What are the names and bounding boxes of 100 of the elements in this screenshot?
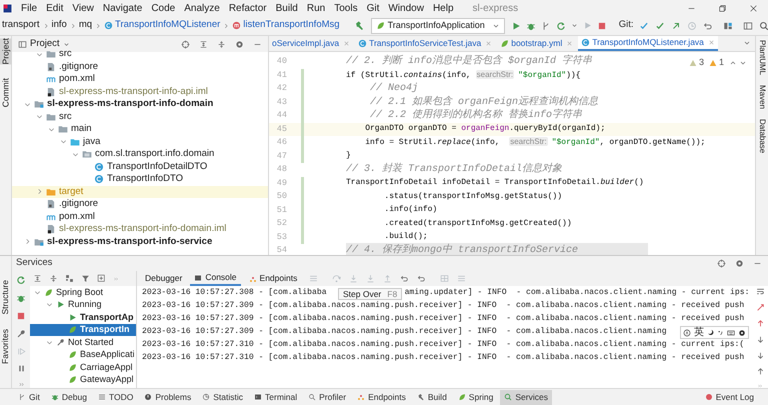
console-tab[interactable]: Endpoints [244, 271, 302, 286]
git-label: Git: [618, 18, 634, 32]
tree-item[interactable]: src [59, 47, 72, 62]
side-tab[interactable]: Commit [0, 78, 12, 108]
tree-item[interactable]: sl-express-ms-transport-info-service [47, 234, 212, 249]
tool-window-tab[interactable]: Services [500, 390, 552, 404]
console-tab[interactable]: Console [190, 271, 241, 286]
breadcrumb-item[interactable]: mq [78, 18, 92, 33]
tree-item[interactable]: main [71, 122, 92, 136]
menu-item[interactable]: Run [306, 0, 326, 16]
warning-count[interactable]: 1 [718, 56, 724, 70]
console-text: 2023-03-16 10:57:27.309 - [com.alibaba.nacos.naming.push.receiver] - INFO - com.alibaba.nacos.client.naming - received push [142, 313, 744, 326]
menu-item[interactable]: Navigate [102, 0, 142, 16]
line-number: 54 [276, 244, 287, 255]
console-text: aming.updater] - INFO - com.alibaba.nacos.client.naming - current ips: [404, 287, 750, 300]
tool-window-tab[interactable]: Profiler [304, 390, 350, 404]
line-number: 52 [276, 217, 287, 230]
editor-tab[interactable]: TransportInfoServiceTest.java [355, 36, 496, 51]
menu-item[interactable]: View [72, 0, 94, 16]
tree-item[interactable]: src [59, 110, 72, 124]
tool-window-tab[interactable]: Build [412, 390, 451, 404]
console-tab[interactable]: Debugger [141, 271, 186, 286]
tool-window-tab[interactable]: Endpoints [353, 390, 410, 404]
editor-tab[interactable]: oServiceImpl.java [269, 36, 354, 51]
tool-window-tab[interactable]: TODO [94, 390, 138, 404]
warning-count[interactable]: 3 [698, 56, 704, 70]
menu-item[interactable]: File [21, 0, 38, 16]
tree-item[interactable]: CarriageAppl [80, 360, 133, 374]
code-line: OrganDTO organDTO = organFeign.queryById(organId); [364, 123, 606, 136]
menu-item[interactable]: Code [151, 0, 176, 16]
language-toggle[interactable]: 英 [694, 326, 704, 338]
line-number: 41 [276, 68, 287, 82]
line-number: 43 [276, 96, 287, 109]
console-text: 2023-03-16 10:57:27.309 - [com.alibaba.nacos.naming.push.receiver] - INFO - com.alibaba.nacos.client.naming - received push [142, 300, 744, 312]
line-number: 45 [276, 122, 287, 136]
tooltip: Step Over F8 [338, 288, 402, 300]
tree-item[interactable]: pom.xml [59, 72, 95, 86]
code-line: // 2.1 如果包含 organFeign远程查询机构信息 [369, 94, 598, 108]
menu-item[interactable]: Window [388, 0, 424, 16]
tree-item[interactable]: .gitignore [59, 60, 98, 74]
editor-tab[interactable]: bootstrap.yml [497, 36, 576, 51]
panel-title[interactable]: Project [30, 36, 60, 52]
tree-item[interactable]: sl-express-ms-transport-info-api.iml [59, 84, 208, 99]
tree-item[interactable]: Not Started [68, 336, 114, 349]
tool-window-tab[interactable]: Terminal [250, 390, 302, 404]
side-tab[interactable]: Favorites [0, 328, 12, 364]
tree-item[interactable]: sl-express-ms-transport-info-domain.iml [59, 222, 226, 236]
console-text: 2023-03-16 10:57:27.310 - [com.alibaba.nacos.naming.push.receiver] - INFO - com.alibaba.nacos.client.naming - received push [142, 352, 744, 364]
tree-item[interactable]: GatewayAppl [80, 373, 134, 386]
line-number: 46 [276, 136, 287, 150]
code-line: // 2. 判断 info消息中是否包含 $organId 字符串 [346, 54, 592, 70]
line-number: 40 [276, 55, 287, 68]
code-line: } [346, 150, 351, 162]
line-number: 44 [276, 109, 287, 122]
line-number: 48 [276, 163, 287, 176]
menu-item[interactable]: Build [276, 0, 298, 16]
menu-item[interactable]: Help [432, 0, 454, 16]
tool-window-tab[interactable]: Spring [454, 390, 498, 404]
side-tab[interactable]: Maven [756, 85, 768, 110]
event-log-button[interactable]: Event Log [704, 390, 754, 404]
tool-window-tab[interactable]: Git [14, 390, 44, 404]
side-tab[interactable]: Structure [0, 280, 12, 315]
line-number: 47 [276, 150, 287, 163]
tool-window-tab[interactable]: Problems [140, 390, 196, 404]
line-number: 50 [276, 190, 287, 204]
breadcrumb-item[interactable]: listenTransportInfoMsg [243, 18, 340, 33]
tree-item[interactable]: .gitignore [59, 197, 98, 212]
panel-title: Services [16, 256, 52, 270]
side-tab[interactable]: PlantUML [756, 40, 768, 76]
side-tab[interactable]: Database [756, 119, 768, 154]
tool-window-tab[interactable]: Statistic [198, 390, 248, 404]
line-number: 53 [276, 230, 287, 244]
tree-item[interactable]: BaseApplicati [80, 348, 135, 362]
menu-item[interactable]: Git [366, 0, 380, 16]
breadcrumb-item[interactable]: TransportInfoMQListener [115, 18, 220, 33]
tree-item[interactable]: pom.xml [59, 210, 95, 224]
line-number: 51 [276, 204, 287, 217]
console-text: 2023-03-16 10:57:27.308 - [com.alibaba [142, 287, 327, 300]
editor-tab[interactable]: TransportInfoMQListener.java [578, 36, 718, 51]
tree-item[interactable]: Running [68, 298, 102, 312]
console-text: 2023-03-16 10:57:27.309 - [com.alibaba.nacos.naming.push.receiver] - INFO - com.alibaba.nacos.client.naming [142, 326, 667, 338]
tree-item[interactable]: TransportAp [80, 310, 134, 324]
line-number: 49 [276, 176, 287, 190]
tree-item[interactable]: TransportInfoDTO [107, 172, 184, 186]
menu-item[interactable]: Edit [46, 0, 64, 16]
tree-item[interactable]: sl-express-ms-transport-info-domain [47, 97, 214, 112]
tree-item[interactable]: java [83, 134, 100, 149]
menu-item[interactable]: Tools [334, 0, 358, 16]
tree-item[interactable]: TransportInfoDetailDTO [107, 160, 208, 174]
tree-item[interactable]: com.sl.transport.info.domain [95, 147, 214, 162]
menu-item[interactable]: Refactor [228, 0, 267, 16]
side-tab[interactable]: Project [0, 38, 12, 64]
breadcrumb-item[interactable]: info [52, 18, 67, 33]
code-line: // 2.2 使用得到的机构名称 替换info字符串 [369, 108, 582, 124]
run-config-dropdown[interactable]: TransportInfoApplication [370, 18, 505, 34]
breadcrumb-item[interactable]: transport [2, 18, 40, 33]
code-line: .created(transportInfoMsg.getCreated()) [383, 218, 572, 230]
tree-item[interactable]: Spring Boot [56, 286, 104, 299]
tool-window-tab[interactable]: Debug [46, 390, 91, 404]
menu-item[interactable]: Analyze [184, 0, 220, 16]
